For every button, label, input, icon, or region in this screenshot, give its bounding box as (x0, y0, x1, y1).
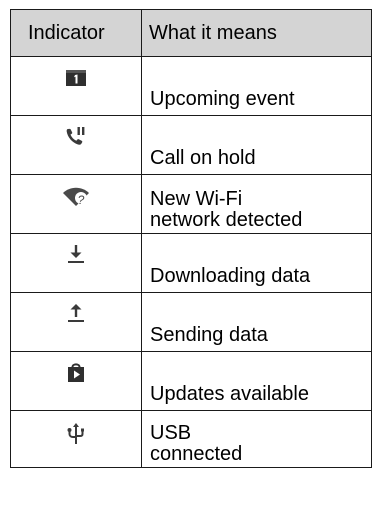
meaning-cell: Updates available (141, 351, 372, 411)
indicator-cell (10, 233, 142, 293)
table-row: Upcoming event (10, 56, 372, 116)
meaning-text: Downloading data (150, 265, 311, 287)
meaning-text-line-2: network detected (150, 209, 303, 231)
meaning-cell: Upcoming event (141, 56, 372, 116)
call-on-hold-icon (66, 127, 85, 145)
meaning-text: Upcoming event (150, 88, 295, 110)
table-row: Downloading data (10, 233, 372, 293)
meaning-text-line-1: New Wi-Fi (150, 188, 243, 210)
meaning-cell: Downloading data (141, 233, 372, 293)
meaning-text-line-2: connected (150, 443, 243, 465)
usb-icon (67, 423, 84, 444)
indicator-cell: ? (10, 174, 142, 234)
meaning-cell: Sending data (141, 292, 372, 352)
meaning-cell: New Wi-Fi network detected (141, 174, 372, 234)
indicator-cell (10, 115, 142, 175)
column-header-meaning: What it means (141, 9, 372, 57)
table-row: Sending data (10, 292, 372, 352)
download-arrow-icon (68, 245, 84, 263)
new-wifi-network-icon: ? (63, 187, 89, 207)
upload-arrow-icon (68, 304, 84, 322)
table-row: ? New Wi-Fi network detected (10, 174, 372, 234)
meaning-cell: USB connected (141, 410, 372, 468)
table-row: USB connected (10, 410, 372, 468)
meaning-text: Call on hold (150, 147, 256, 169)
play-store-bag-icon (68, 363, 84, 382)
meaning-cell: Call on hold (141, 115, 372, 175)
table-row: Call on hold (10, 115, 372, 175)
meaning-text: Updates available (150, 383, 309, 405)
upcoming-event-calendar-icon (66, 70, 86, 86)
indicator-cell (10, 56, 142, 116)
table-row: Updates available (10, 351, 372, 411)
meaning-text: Sending data (150, 324, 268, 346)
table-header-row: Indicator What it means (10, 9, 372, 57)
column-header-indicator: Indicator (10, 9, 142, 57)
indicator-cell (10, 351, 142, 411)
status-indicators-table: Indicator What it means Upcoming event C… (10, 9, 372, 468)
meaning-text-line-1: USB (150, 422, 192, 444)
indicator-cell (10, 410, 142, 468)
status-indicators-table-wrap: Indicator What it means Upcoming event C… (10, 9, 372, 525)
svg-text:?: ? (78, 193, 85, 207)
indicator-cell (10, 292, 142, 352)
